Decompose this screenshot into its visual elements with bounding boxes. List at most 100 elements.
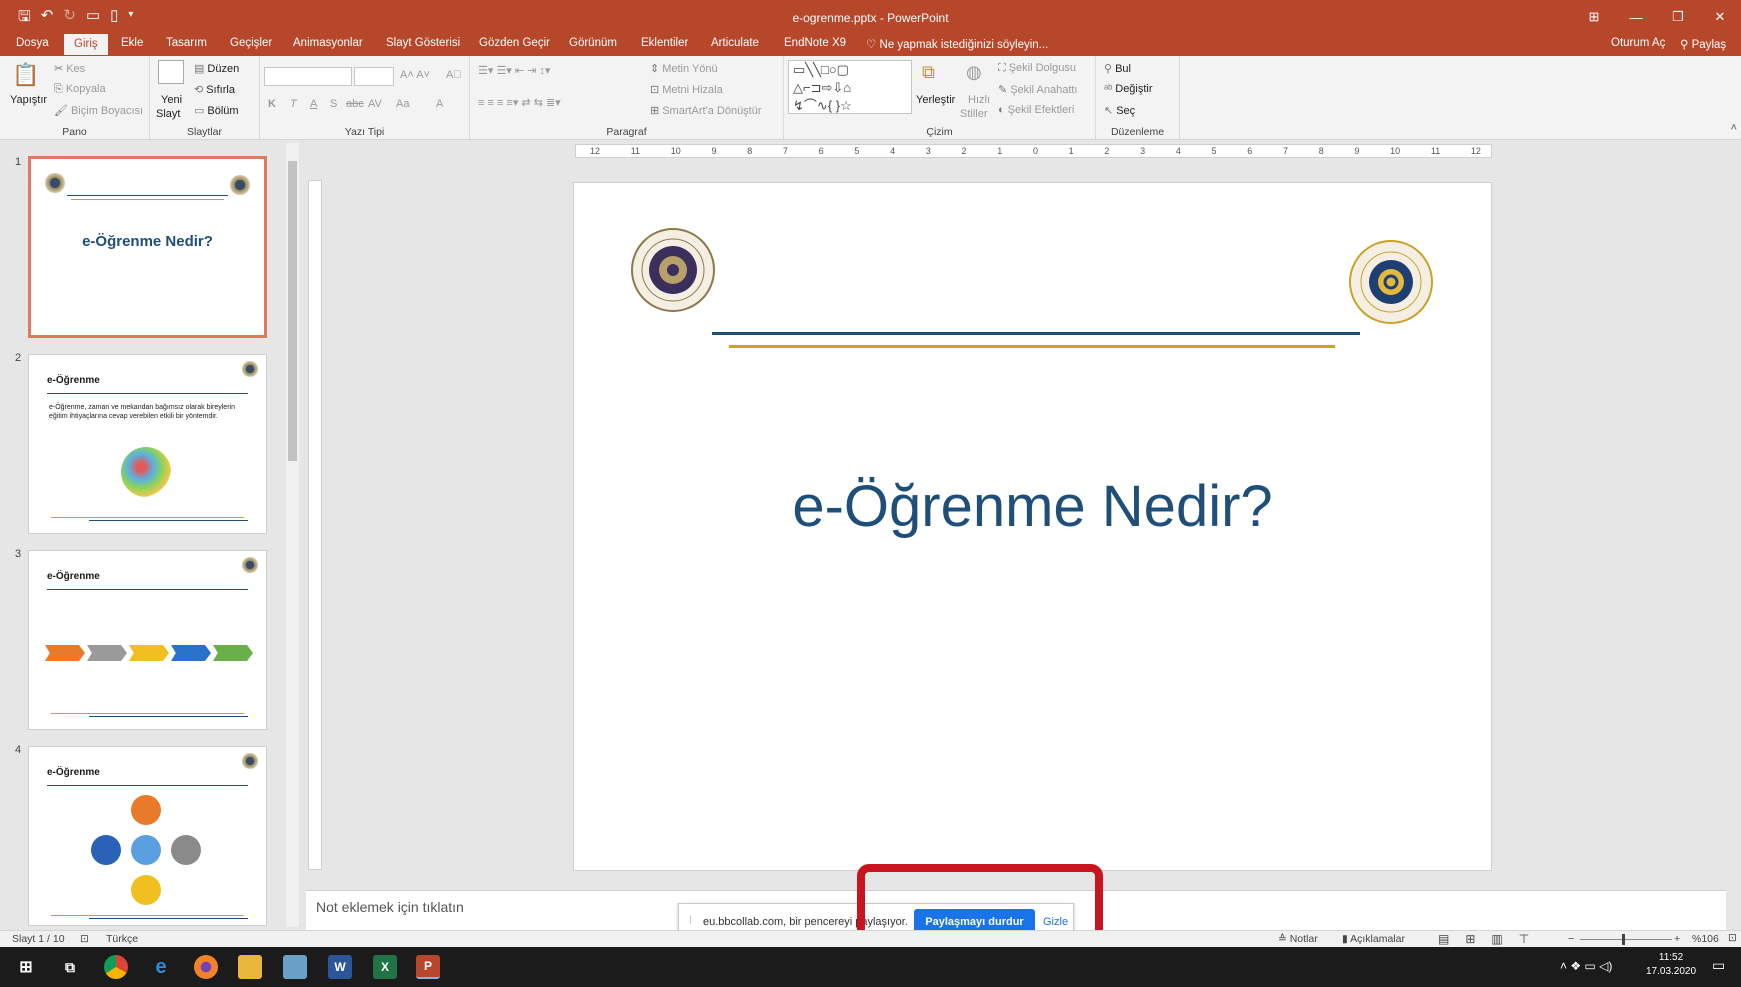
firefox-icon[interactable] bbox=[194, 955, 218, 979]
close-icon[interactable]: ✕ bbox=[1699, 0, 1741, 34]
slide-canvas[interactable]: e-Öğrenme Nedir? bbox=[573, 182, 1492, 871]
task-view-icon[interactable]: ⧉ bbox=[58, 955, 82, 979]
clock[interactable]: 11:52 17.03.2020 bbox=[1646, 951, 1696, 979]
thumbnail-scrollbar[interactable] bbox=[286, 143, 299, 927]
tab-endnote[interactable]: EndNote X9 bbox=[784, 37, 846, 49]
arrange-icon[interactable]: ⧉ bbox=[922, 62, 935, 83]
windows-start-icon[interactable]: ⊞ bbox=[14, 955, 38, 979]
slide-thumbnail-2[interactable]: e-Öğrenme e-Öğrenme, zaman ve mekandan b… bbox=[28, 354, 267, 534]
excel-icon[interactable]: X bbox=[373, 955, 397, 979]
process-step-icon bbox=[45, 645, 85, 661]
shape-effects-button[interactable]: ◐ Şekil Efektleri bbox=[998, 104, 1074, 116]
layout-button[interactable]: ▤ Düzen bbox=[194, 62, 239, 75]
tab-eklentiler[interactable]: Eklentiler bbox=[641, 37, 688, 49]
underline-button[interactable]: A bbox=[310, 98, 317, 110]
shape-outline-button[interactable]: ✎ Şekil Anahattı bbox=[998, 83, 1078, 96]
font-name-input[interactable] bbox=[264, 67, 352, 86]
quick-styles-icon[interactable]: ◍ bbox=[966, 62, 982, 83]
tab-gecisler[interactable]: Geçişler bbox=[230, 37, 272, 49]
file-explorer-icon[interactable] bbox=[238, 955, 262, 979]
app-icon[interactable] bbox=[283, 955, 307, 979]
paste-button[interactable]: Yapıştır bbox=[10, 94, 47, 106]
tab-articulate[interactable]: Articulate bbox=[711, 37, 759, 49]
shapes-gallery[interactable]: ▭╲╲□○▢ △⌐⊐⇨⇩⌂ ↯⌒∿{ }☆ bbox=[788, 60, 912, 114]
drag-handle-icon[interactable]: ⁞ bbox=[689, 915, 692, 927]
fit-slide-icon[interactable]: ⊡ bbox=[1728, 932, 1737, 944]
notes-toggle[interactable]: ≙ Notlar bbox=[1278, 933, 1318, 945]
sorter-view-icon[interactable]: ⊞ bbox=[1465, 932, 1475, 946]
chrome-icon[interactable] bbox=[104, 955, 128, 979]
tab-gorunum[interactable]: Görünüm bbox=[569, 37, 617, 49]
tab-tasarim[interactable]: Tasarım bbox=[166, 37, 207, 49]
collapse-ribbon-icon[interactable]: ˄ bbox=[1731, 122, 1737, 134]
powerpoint-icon[interactable]: P bbox=[416, 955, 440, 979]
align-text-button[interactable]: ⊡ Metni Hizala bbox=[650, 83, 723, 96]
thumb-bullet: e-Öğrenme, zaman ve mekandan bağımsız ol… bbox=[49, 404, 235, 420]
tell-me-search[interactable]: ♡ Ne yapmak istediğinizi söyleyin... bbox=[866, 37, 1048, 51]
copy-button[interactable]: ⎘ Kopyala bbox=[54, 83, 106, 96]
select-button[interactable]: ↖ Seç bbox=[1104, 104, 1135, 117]
zoom-out-icon[interactable]: − bbox=[1568, 933, 1574, 945]
normal-view-icon[interactable]: ▤ bbox=[1438, 932, 1449, 946]
paste-icon[interactable]: 📋 bbox=[12, 62, 39, 88]
edge-icon[interactable]: e bbox=[149, 955, 173, 979]
new-slide-label-1[interactable]: Yeni bbox=[161, 94, 182, 106]
system-tray-icons[interactable]: ˄ ❖ ▭ ◁) bbox=[1560, 959, 1612, 973]
tab-animasyonlar[interactable]: Animasyonlar bbox=[293, 37, 363, 49]
format-painter-button[interactable]: 🖌 Biçim Boyacısı bbox=[54, 104, 143, 117]
restore-icon[interactable]: ❐ bbox=[1657, 0, 1699, 34]
section-button[interactable]: ▭ Bölüm bbox=[194, 104, 239, 117]
slide-counter: Slayt 1 / 10 bbox=[12, 933, 65, 945]
smartart-button[interactable]: ⊞ SmartArt'a Dönüştür bbox=[650, 104, 762, 117]
zoom-level[interactable]: %106 bbox=[1692, 933, 1719, 945]
find-button[interactable]: ⚲ Bul bbox=[1104, 62, 1131, 75]
tab-slayt-gosterisi[interactable]: Slayt Gösterisi bbox=[386, 37, 460, 49]
slide-thumbnail-4[interactable]: e-Öğrenme bbox=[28, 746, 267, 926]
slide-thumbnail-3[interactable]: e-Öğrenme bbox=[28, 550, 267, 730]
align-buttons-icon[interactable]: ≡ ≡ ≡ ≡▾ ⇄ ⇆ ≣▾ bbox=[478, 96, 561, 109]
new-slide-icon[interactable] bbox=[158, 60, 184, 84]
tab-giris[interactable]: Giriş bbox=[64, 34, 108, 55]
font-color-button[interactable]: A bbox=[436, 98, 443, 110]
arrange-button[interactable]: Yerleştir bbox=[916, 94, 955, 106]
list-buttons-icon[interactable]: ☰▾ ☰▾ ⇤ ⇥ ↕▾ bbox=[478, 64, 550, 77]
minimize-icon[interactable]: — bbox=[1615, 0, 1657, 34]
ribbon-display-icon[interactable]: ⊞ bbox=[1573, 0, 1615, 34]
word-icon[interactable]: W bbox=[328, 955, 352, 979]
shape-fill-button[interactable]: ⛶ Şekil Dolgusu bbox=[998, 62, 1076, 75]
shadow-button[interactable]: S bbox=[330, 98, 337, 110]
font-size-input[interactable] bbox=[354, 67, 394, 86]
quick-styles-label-2[interactable]: Stiller bbox=[960, 108, 988, 120]
zoom-slider[interactable] bbox=[1580, 934, 1672, 945]
tree-illustration-icon bbox=[121, 447, 171, 497]
spellcheck-icon[interactable]: ⊡ bbox=[80, 933, 89, 945]
cut-button[interactable]: ✂ Kes bbox=[54, 62, 85, 75]
strikethrough-button[interactable]: abc bbox=[346, 98, 364, 110]
zoom-slider-handle[interactable] bbox=[1622, 934, 1625, 945]
reset-button[interactable]: ⟲ Sıfırla bbox=[194, 83, 235, 96]
scrollbar-thumb[interactable] bbox=[288, 161, 297, 461]
slideshow-view-icon[interactable]: ⊤ bbox=[1519, 932, 1529, 946]
tab-dosya[interactable]: Dosya bbox=[16, 37, 49, 49]
grow-font-icon[interactable]: A˄ A˅ bbox=[400, 69, 430, 81]
replace-button[interactable]: ᵃᵇ Değiştir bbox=[1104, 83, 1153, 95]
change-case-button[interactable]: Aa bbox=[396, 98, 409, 110]
language-indicator[interactable]: Türkçe bbox=[106, 933, 138, 945]
bold-button[interactable]: K bbox=[268, 98, 276, 110]
slide-thumbnail-1[interactable]: e-Öğrenme Nedir? bbox=[28, 156, 267, 338]
tab-ekle[interactable]: Ekle bbox=[121, 37, 143, 49]
zoom-in-icon[interactable]: + bbox=[1674, 933, 1680, 945]
new-slide-label-2[interactable]: Slayt bbox=[156, 108, 180, 120]
text-direction-button[interactable]: ⇕ Metin Yönü bbox=[650, 62, 718, 75]
sign-in-link[interactable]: Oturum Aç bbox=[1611, 37, 1665, 49]
reading-view-icon[interactable]: ▥ bbox=[1491, 932, 1502, 946]
slide-title[interactable]: e-Öğrenme Nedir? bbox=[574, 473, 1491, 540]
comments-toggle[interactable]: ▮ Açıklamalar bbox=[1342, 933, 1405, 945]
char-spacing-button[interactable]: AV bbox=[368, 98, 382, 110]
share-button[interactable]: ⚲ Paylaş bbox=[1680, 37, 1726, 51]
clear-format-icon[interactable]: A⃠ bbox=[446, 69, 462, 81]
quick-styles-label-1[interactable]: Hızlı bbox=[968, 94, 990, 106]
italic-button[interactable]: T bbox=[290, 98, 297, 110]
tab-gozden-gecir[interactable]: Gözden Geçir bbox=[479, 37, 550, 49]
notifications-icon[interactable]: ▭ bbox=[1712, 957, 1725, 974]
